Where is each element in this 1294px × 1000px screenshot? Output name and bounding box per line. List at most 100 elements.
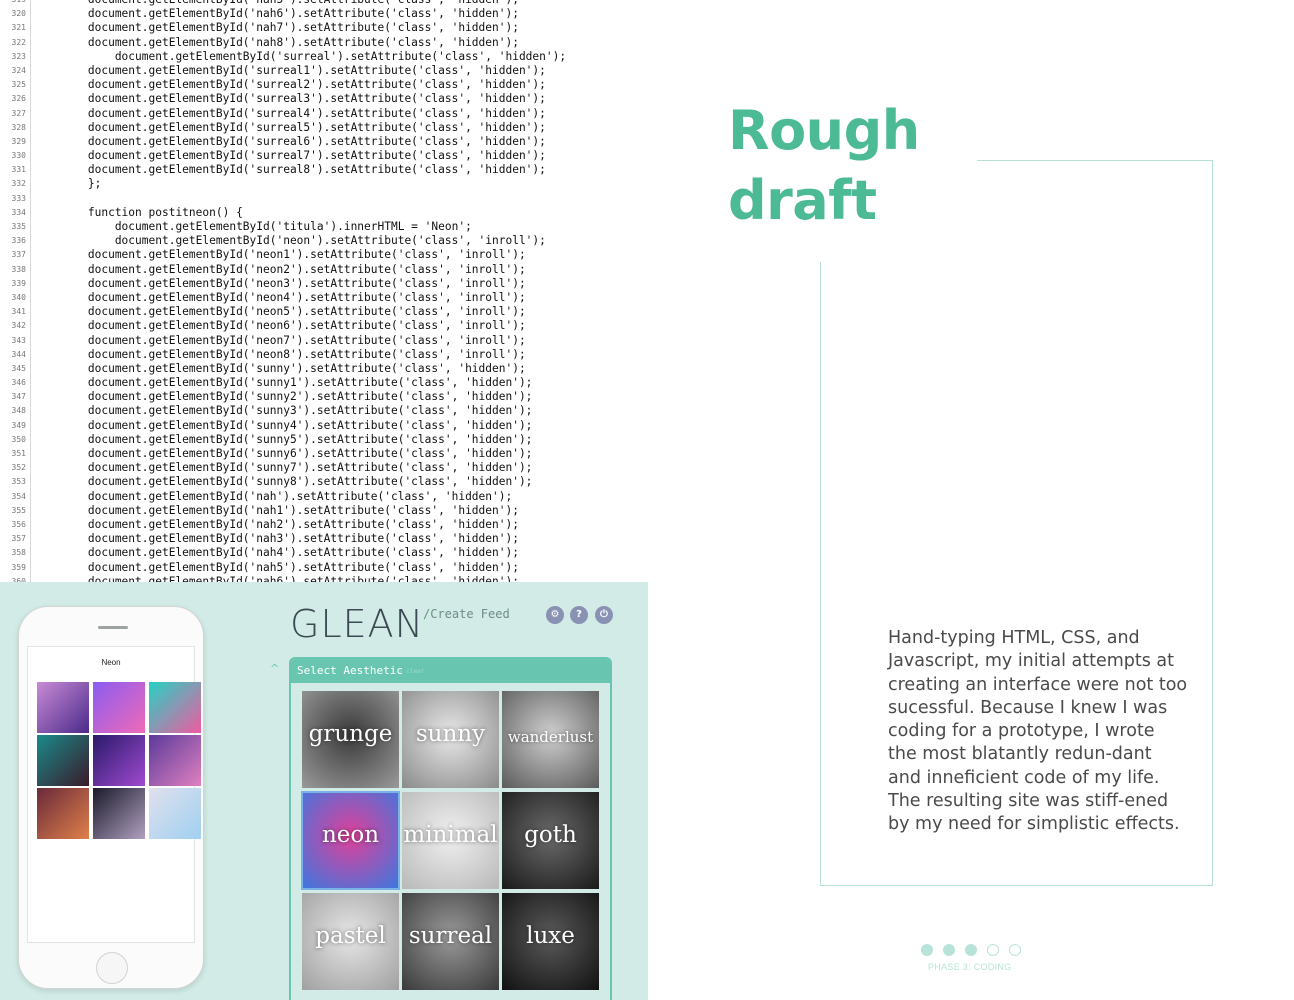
code-line: 346 document.getElementById('sunny1').se… bbox=[0, 376, 648, 390]
feed-thumbnail[interactable] bbox=[149, 735, 201, 786]
code-text: document.getElementById('surreal4').setA… bbox=[34, 106, 546, 120]
code-text: document.getElementById('neon8').setAttr… bbox=[34, 347, 526, 361]
feed-thumbnail[interactable] bbox=[37, 735, 89, 786]
code-text: document.getElementById('surreal5').setA… bbox=[34, 120, 546, 134]
line-number: 323 bbox=[11, 51, 26, 61]
line-number: 324 bbox=[11, 65, 26, 75]
code-text: document.getElementById('neon4').setAttr… bbox=[34, 290, 526, 304]
aesthetic-tile-wanderlust[interactable]: wanderlust bbox=[502, 691, 599, 788]
code-text: document.getElementById('sunny2').setAtt… bbox=[34, 390, 533, 404]
line-number: 351 bbox=[11, 449, 26, 458]
code-text: document.getElementById('nah6').setAttri… bbox=[34, 7, 519, 21]
feed-thumbnail[interactable] bbox=[93, 682, 145, 733]
code-text: document.getElementById('sunny5').setAtt… bbox=[34, 432, 533, 446]
code-text: document.getElementById('sunny').setAttr… bbox=[34, 361, 526, 375]
line-number: 358 bbox=[11, 548, 26, 558]
line-number: 325 bbox=[11, 80, 26, 90]
line-number: 340 bbox=[11, 292, 26, 302]
code-line: 332 }; bbox=[0, 177, 648, 191]
code-line: 328 document.getElementById('surreal5').… bbox=[0, 121, 648, 135]
code-text: document.getElementById('sunny1').setAtt… bbox=[34, 376, 533, 390]
code-text: document.getElementById('neon').setAttri… bbox=[34, 234, 546, 248]
code-line: 319 document.getElementById('nah5').setA… bbox=[0, 0, 648, 7]
feed-thumbnail[interactable] bbox=[149, 788, 201, 839]
line-number: 357 bbox=[11, 534, 26, 544]
aesthetic-tile-neon[interactable]: neon bbox=[301, 791, 400, 890]
feed-thumbnail[interactable] bbox=[37, 788, 89, 839]
collapse-caret-icon[interactable]: ^ bbox=[270, 662, 279, 675]
app-mockup: Neon GLEAN /Create Feed ⚙ ? ⏻ ^ Select A… bbox=[0, 582, 648, 1000]
code-text: document.getElementById('neon1').setAttr… bbox=[34, 248, 526, 262]
code-line: 345 document.getElementById('sunny').set… bbox=[0, 362, 648, 376]
line-number: 343 bbox=[11, 335, 26, 345]
code-text: document.getElementById('sunny7').setAtt… bbox=[34, 461, 533, 475]
code-text: document.getElementById('surreal').setAt… bbox=[34, 49, 567, 63]
code-line: 351 document.getElementById('sunny6').se… bbox=[0, 447, 648, 461]
line-number: 320 bbox=[11, 9, 26, 19]
code-line: 324 document.getElementById('surreal1').… bbox=[0, 64, 648, 78]
settings-button[interactable]: ⚙ bbox=[546, 606, 564, 624]
aesthetic-tile-label: luxe bbox=[526, 923, 575, 949]
code-line: 334 function postitneon() { bbox=[0, 206, 648, 220]
code-line: 337 document.getElementById('neon1').set… bbox=[0, 248, 648, 262]
code-text: document.getElementById('neon5').setAttr… bbox=[34, 305, 526, 319]
aesthetic-tile-label: minimal bbox=[403, 822, 498, 848]
aesthetic-tile-label: sunny bbox=[415, 721, 486, 747]
code-line: 341 document.getElementById('neon5').set… bbox=[0, 305, 648, 319]
phone-home-button[interactable] bbox=[96, 952, 128, 984]
aesthetic-tile-minimal[interactable]: minimal bbox=[402, 792, 499, 889]
code-text: document.getElementById('neon3').setAttr… bbox=[34, 276, 526, 290]
aesthetic-tile-surreal[interactable]: surreal bbox=[402, 893, 499, 990]
line-number: 341 bbox=[11, 307, 26, 317]
code-line: 348 document.getElementById('sunny3').se… bbox=[0, 404, 648, 418]
aesthetic-tile-label: neon bbox=[321, 822, 380, 848]
line-number: 334 bbox=[11, 207, 26, 217]
feed-thumbnail[interactable] bbox=[93, 788, 145, 839]
page-path: /Create Feed bbox=[423, 607, 510, 621]
code-line: 321 document.getElementById('nah7').setA… bbox=[0, 21, 648, 35]
code-line: 336 document.getElementById('neon').setA… bbox=[0, 234, 648, 248]
code-line: 340 document.getElementById('neon4').set… bbox=[0, 291, 648, 305]
code-line: 344 document.getElementById('neon8').set… bbox=[0, 348, 648, 362]
code-line: 325 document.getElementById('surreal2').… bbox=[0, 78, 648, 92]
feed-thumbnail[interactable] bbox=[149, 682, 201, 733]
line-number: 354 bbox=[11, 491, 26, 501]
line-number: 329 bbox=[11, 136, 26, 146]
aesthetic-tile-label: surreal bbox=[408, 923, 493, 949]
code-line: 342 document.getElementById('neon6').set… bbox=[0, 319, 648, 333]
aesthetic-tile-luxe[interactable]: luxe bbox=[502, 893, 599, 990]
aesthetic-tile-pastel[interactable]: pastel bbox=[302, 893, 399, 990]
help-button[interactable]: ? bbox=[570, 606, 588, 624]
line-number: 331 bbox=[11, 165, 26, 175]
line-number: 356 bbox=[11, 519, 26, 529]
feed-thumbnail[interactable] bbox=[93, 735, 145, 786]
line-number: 338 bbox=[11, 264, 26, 274]
line-number: 326 bbox=[11, 94, 26, 104]
phone-speaker bbox=[98, 626, 128, 629]
code-text: document.getElementById('sunny8').setAtt… bbox=[34, 475, 533, 489]
aesthetic-tile-goth[interactable]: goth bbox=[502, 792, 599, 889]
code-text: document.getElementById('nah2').setAttri… bbox=[34, 517, 519, 531]
code-line: 356 document.getElementById('nah2').setA… bbox=[0, 518, 648, 532]
line-number: 345 bbox=[11, 363, 26, 373]
code-line: 357 document.getElementById('nah3').setA… bbox=[0, 532, 648, 546]
progress-dots bbox=[920, 944, 1030, 958]
power-button[interactable]: ⏻ bbox=[595, 606, 613, 624]
code-text: document.getElementById('nah5').setAttri… bbox=[34, 560, 519, 574]
code-line: 352 document.getElementById('sunny7').se… bbox=[0, 461, 648, 475]
aesthetic-tile-sunny[interactable]: sunny bbox=[402, 691, 499, 788]
code-line: 359 document.getElementById('nah5').setA… bbox=[0, 561, 648, 575]
code-text: document.getElementById('nah3').setAttri… bbox=[34, 532, 519, 546]
code-editor-screenshot: 319 document.getElementById('nah5').setA… bbox=[0, 0, 648, 582]
line-number: 353 bbox=[11, 477, 26, 487]
code-text: document.getElementById('nah').setAttrib… bbox=[34, 489, 513, 503]
code-text: document.getElementById('nah6').setAttri… bbox=[34, 574, 519, 582]
feed-thumbnail[interactable] bbox=[37, 682, 89, 733]
code-line: 320 document.getElementById('nah6').setA… bbox=[0, 7, 648, 21]
clear-selection-link[interactable]: x clear bbox=[399, 668, 424, 675]
aesthetic-tile-grunge[interactable]: grunge bbox=[302, 691, 399, 788]
heading-line-2: draft bbox=[728, 169, 877, 232]
code-line: 323 document.getElementById('surreal').s… bbox=[0, 50, 648, 64]
line-number: 352 bbox=[11, 463, 26, 473]
code-text: document.getElementById('neon2').setAttr… bbox=[34, 262, 526, 276]
